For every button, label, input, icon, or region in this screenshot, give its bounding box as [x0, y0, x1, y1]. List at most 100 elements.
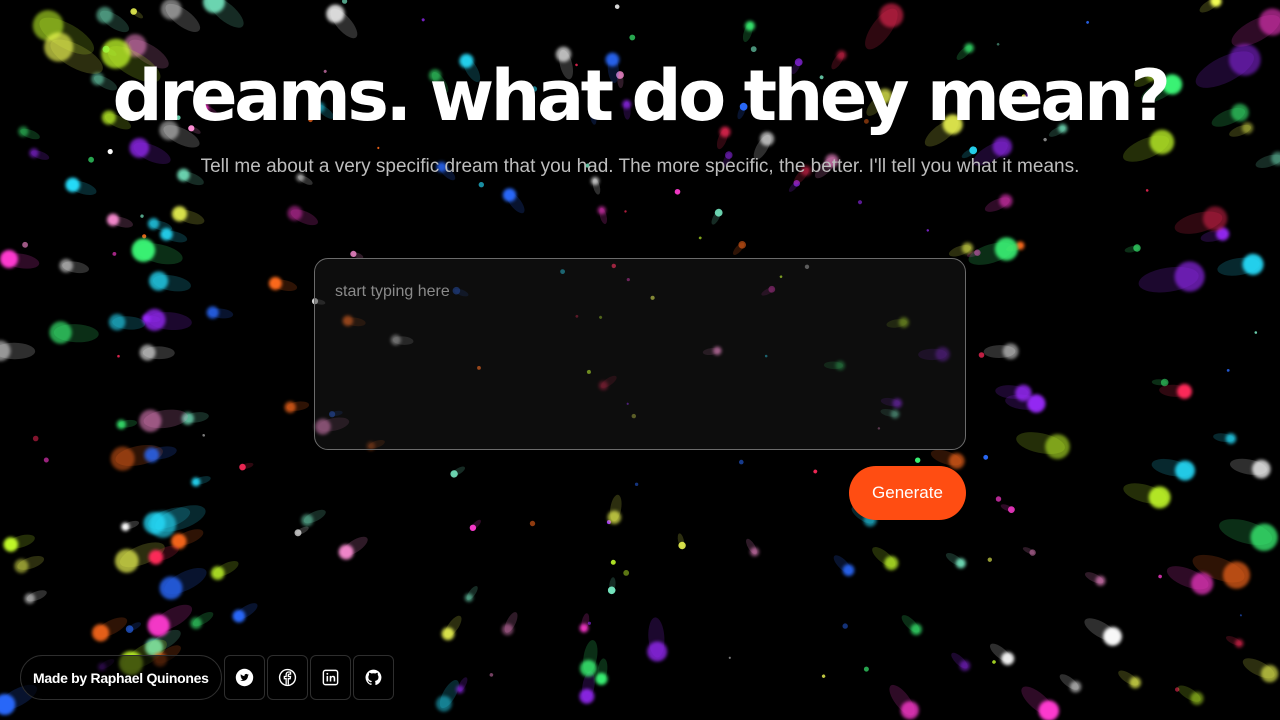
particle [677, 533, 686, 550]
particle [338, 536, 368, 560]
particle [1226, 368, 1230, 372]
particle [239, 462, 254, 471]
particle [112, 251, 117, 256]
particle [130, 8, 144, 19]
particle [951, 652, 971, 672]
particle [149, 271, 192, 292]
particle [996, 42, 1000, 46]
particle [1213, 433, 1237, 444]
particle [121, 520, 140, 531]
particle [1145, 189, 1149, 192]
particle [889, 684, 919, 720]
particle [140, 214, 144, 218]
particle [139, 409, 188, 432]
particle [858, 200, 862, 205]
particle [610, 559, 616, 565]
particle [674, 189, 681, 195]
particle [698, 236, 702, 240]
facebook-link[interactable] [266, 655, 308, 700]
particle [821, 674, 826, 678]
github-icon [365, 669, 382, 686]
particle [501, 612, 518, 636]
particle [65, 177, 97, 196]
particle [634, 482, 639, 486]
particle [738, 459, 744, 465]
particle [117, 354, 120, 358]
particle [0, 340, 36, 362]
particle [171, 206, 205, 225]
particle [1151, 458, 1195, 481]
particle [142, 234, 147, 239]
particle [1123, 483, 1171, 509]
particle [1118, 670, 1141, 689]
particle [232, 603, 258, 623]
particle [326, 4, 358, 39]
particle [746, 538, 759, 557]
generate-button[interactable]: Generate [849, 466, 966, 520]
particle [987, 557, 992, 562]
linkedin-link[interactable] [309, 655, 351, 700]
particle [1229, 458, 1271, 479]
particle [160, 0, 201, 32]
particle [206, 306, 234, 319]
particle [268, 276, 298, 292]
particle [647, 617, 668, 662]
particle [989, 643, 1015, 666]
particle [1084, 618, 1122, 646]
dream-input-container [314, 258, 966, 450]
particle [607, 577, 616, 595]
particle [968, 237, 1019, 265]
particle [421, 18, 425, 22]
particle [159, 567, 207, 600]
particle [190, 611, 214, 630]
particle [1239, 614, 1242, 617]
particle [1199, 0, 1222, 13]
particle [733, 241, 747, 255]
particle [629, 34, 636, 41]
particle [865, 3, 904, 50]
particle [901, 615, 922, 636]
particle [191, 476, 211, 487]
particle [294, 526, 309, 537]
particle [125, 622, 142, 633]
particle [106, 213, 133, 228]
particle [1016, 432, 1070, 460]
particle [301, 509, 326, 527]
twitter-link[interactable] [223, 655, 265, 700]
particle [116, 419, 137, 430]
particle [435, 679, 459, 712]
particle [1242, 658, 1279, 683]
particle [995, 496, 1002, 502]
particle [614, 4, 620, 9]
particle [915, 457, 921, 463]
twitter-icon [235, 668, 253, 687]
particle [1059, 674, 1082, 693]
particle [978, 352, 985, 358]
particle [1217, 253, 1264, 276]
page-subtitle: Tell me about a very specific dream that… [200, 156, 1080, 177]
particle [108, 313, 146, 331]
github-link[interactable] [352, 655, 394, 700]
dream-input[interactable] [315, 259, 965, 449]
particle [1138, 261, 1205, 293]
particle [342, 0, 348, 4]
particle [107, 149, 113, 155]
particle [489, 673, 494, 677]
particle [983, 454, 989, 460]
facebook-icon [278, 668, 296, 687]
particle [203, 0, 244, 28]
particle [872, 547, 899, 571]
particle [59, 258, 90, 274]
particle [464, 585, 478, 602]
particle [91, 617, 128, 642]
particle [139, 344, 175, 361]
particle [441, 615, 462, 641]
particle [32, 435, 39, 442]
credit-link[interactable]: Made by Raphael Quinones [20, 655, 222, 700]
footer: Made by Raphael Quinones [20, 655, 394, 700]
particle [49, 321, 99, 344]
particle [624, 210, 627, 213]
particle [728, 656, 731, 659]
particle [450, 466, 466, 478]
page-title: dreams. what do they mean? [112, 55, 1171, 137]
